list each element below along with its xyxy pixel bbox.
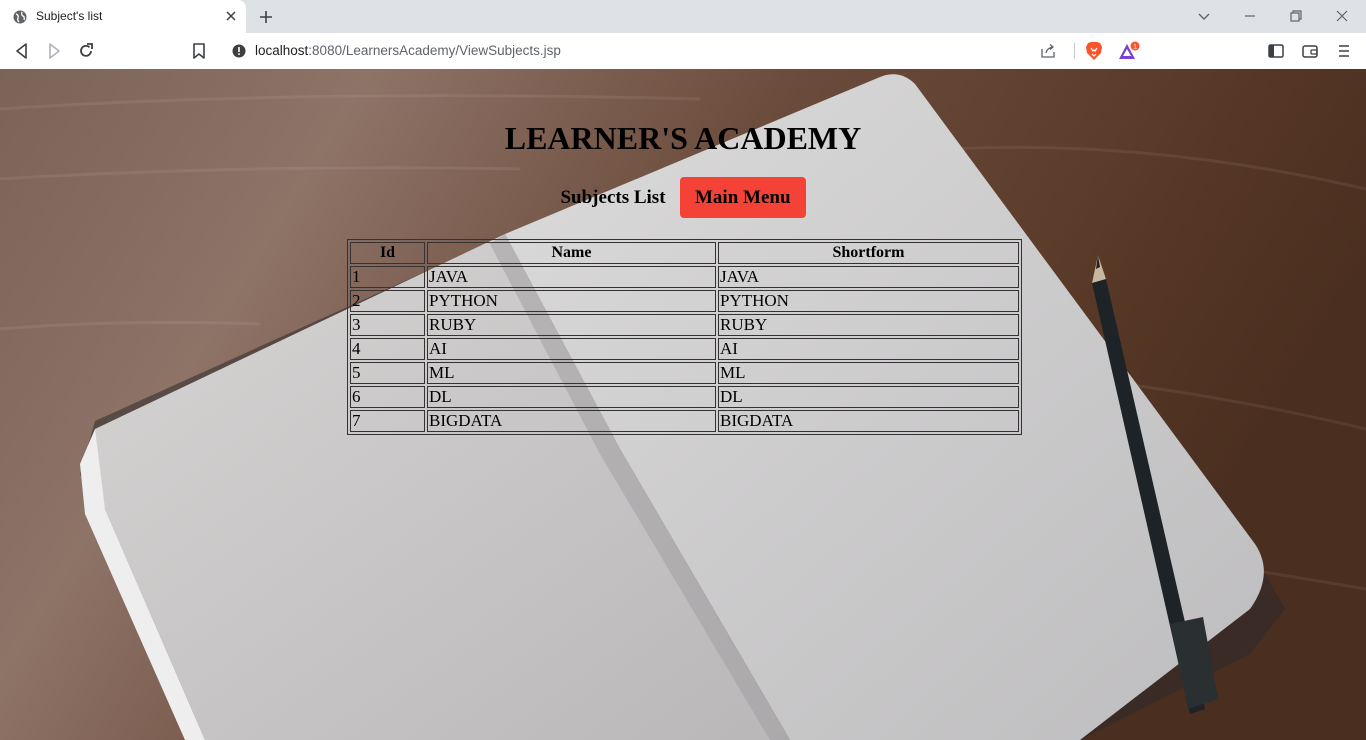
rewards-badge: 1 <box>1133 44 1137 51</box>
page-viewport: LEARNER'S ACADEMY Subjects List Main Men… <box>0 69 1366 740</box>
column-header-shortform: Shortform <box>718 242 1019 264</box>
new-tab-icon[interactable] <box>256 7 276 27</box>
brave-rewards-icon[interactable]: 1 <box>1118 41 1140 61</box>
cell-id: 3 <box>350 314 425 336</box>
site-info-icon[interactable] <box>232 44 246 58</box>
cell-shortform: JAVA <box>718 266 1019 288</box>
cell-name: JAVA <box>427 266 716 288</box>
reload-icon[interactable] <box>76 41 96 61</box>
bookmark-icon[interactable] <box>189 41 209 61</box>
table-row: 3 RUBY RUBY <box>350 314 1019 336</box>
brave-shields-icon[interactable] <box>1085 41 1103 61</box>
main-menu-button[interactable]: Main Menu <box>679 177 806 218</box>
cell-shortform: BIGDATA <box>718 410 1019 432</box>
table-row: 6 DL DL <box>350 386 1019 408</box>
table-row: 1 JAVA JAVA <box>350 266 1019 288</box>
cell-id: 5 <box>350 362 425 384</box>
back-icon[interactable] <box>12 41 32 61</box>
cell-id: 2 <box>350 290 425 312</box>
cell-id: 1 <box>350 266 425 288</box>
cell-name: BIGDATA <box>427 410 716 432</box>
cell-name: RUBY <box>427 314 716 336</box>
table-row: 7 BIGDATA BIGDATA <box>350 410 1019 432</box>
page-title: LEARNER'S ACADEMY <box>504 120 862 156</box>
cell-name: AI <box>427 338 716 360</box>
cell-shortform: ML <box>718 362 1019 384</box>
subnav: Subjects List Main Menu <box>0 177 1366 219</box>
cell-name: DL <box>427 386 716 408</box>
cell-shortform: PYTHON <box>718 290 1019 312</box>
globe-icon <box>13 10 27 24</box>
share-icon[interactable] <box>1040 43 1056 59</box>
browser-tab[interactable]: Subject's list <box>0 0 246 33</box>
cell-shortform: AI <box>718 338 1019 360</box>
tab-strip: Subject's list <box>0 0 1366 33</box>
table-row: 5 ML ML <box>350 362 1019 384</box>
cell-id: 4 <box>350 338 425 360</box>
forward-icon[interactable] <box>44 41 64 61</box>
tab-search-chevron-icon[interactable] <box>1196 8 1212 24</box>
url-host: localhost <box>255 43 309 58</box>
cell-name: PYTHON <box>427 290 716 312</box>
subjects-table-header: Id Name Shortform <box>350 242 1019 264</box>
url-path: :8080/LearnersAcademy/ViewSubjects.jsp <box>308 43 561 58</box>
subjects-table: Id Name Shortform 1 JAVA JAVA 2 PYTHON P… <box>347 239 1022 435</box>
cell-shortform: DL <box>718 386 1019 408</box>
restore-icon[interactable] <box>1288 8 1304 24</box>
table-row: 4 AI AI <box>350 338 1019 360</box>
address-bar[interactable]: localhost:8080/LearnersAcademy/ViewSubje… <box>222 37 1144 65</box>
table-header-row: Id Name Shortform <box>350 242 1019 264</box>
cell-name: ML <box>427 362 716 384</box>
close-window-icon[interactable] <box>1334 8 1350 24</box>
column-header-id: Id <box>350 242 425 264</box>
subjects-table-body: 1 JAVA JAVA 2 PYTHON PYTHON 3 RUBY RUBY … <box>350 266 1019 432</box>
close-tab-icon[interactable] <box>222 7 240 25</box>
table-row: 2 PYTHON PYTHON <box>350 290 1019 312</box>
column-header-name: Name <box>427 242 716 264</box>
cell-id: 6 <box>350 386 425 408</box>
sidebar-icon[interactable] <box>1266 41 1286 61</box>
cell-id: 7 <box>350 410 425 432</box>
wallet-icon[interactable] <box>1300 41 1320 61</box>
omnibox-divider <box>1074 43 1075 59</box>
tab-title: Subject's list <box>36 9 103 23</box>
url-text: localhost:8080/LearnersAcademy/ViewSubje… <box>255 43 561 58</box>
minimize-icon[interactable] <box>1242 8 1258 24</box>
browser-toolbar: localhost:8080/LearnersAcademy/ViewSubje… <box>0 33 1366 70</box>
subjects-list-label: Subjects List <box>560 186 666 208</box>
menu-icon[interactable] <box>1334 41 1354 61</box>
cell-shortform: RUBY <box>718 314 1019 336</box>
